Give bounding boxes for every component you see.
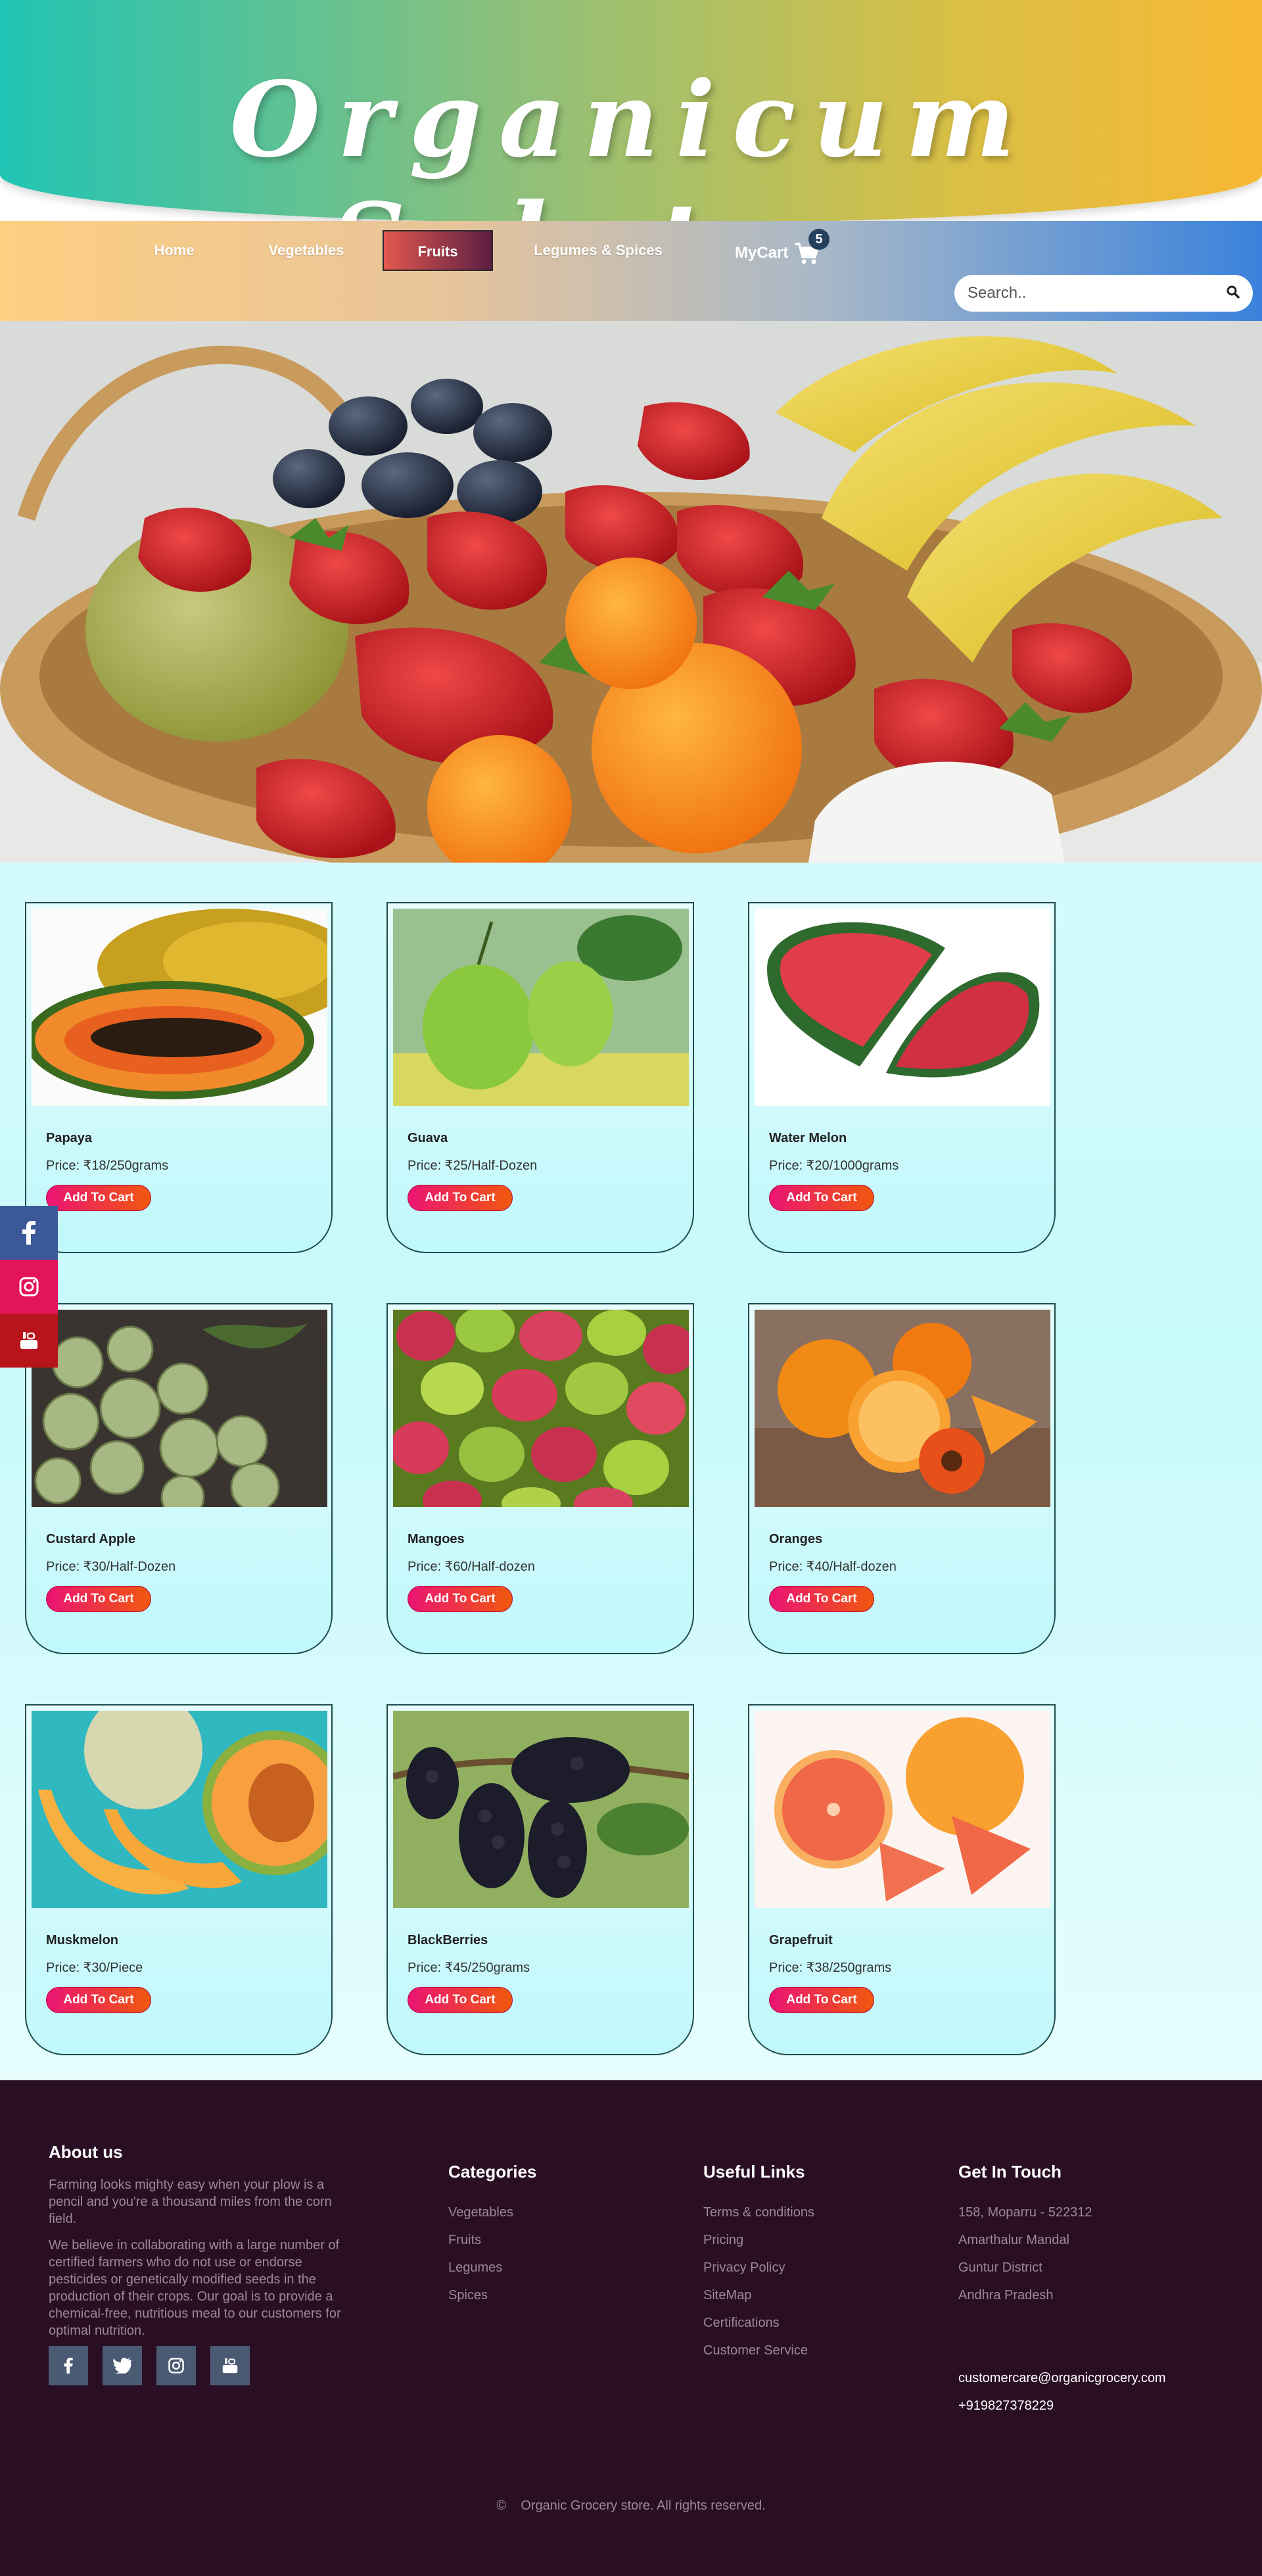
blackberries-image: [393, 1711, 689, 1908]
footer-instagram-icon[interactable]: [156, 2346, 196, 2385]
copyright: © Organic Grocery store. All rights rese…: [0, 2498, 1262, 2514]
side-social-bar: [0, 1206, 58, 1368]
product-name: Grapefruit: [769, 1933, 833, 1947]
category-link[interactable]: Vegetables: [448, 2205, 513, 2220]
cart-label: MyCart: [735, 244, 789, 262]
product-price: Price: ₹18/250grams: [46, 1158, 169, 1173]
product-price: Price: ₹20/1000grams: [769, 1158, 899, 1173]
product-name: Mangoes: [408, 1532, 465, 1546]
useful-link[interactable]: Customer Service: [703, 2343, 808, 2358]
address-line: Andhra Pradesh: [958, 2288, 1054, 2302]
oranges-image: [755, 1310, 1050, 1507]
about-title: About us: [49, 2142, 123, 2162]
footer-twitter-icon[interactable]: [103, 2346, 142, 2385]
category-link[interactable]: Fruits: [448, 2233, 481, 2248]
useful-link[interactable]: Pricing: [703, 2233, 743, 2248]
nav-fruits[interactable]: Fruits: [383, 230, 493, 271]
search-bar: [954, 275, 1253, 312]
add-to-cart-button[interactable]: Add To Cart: [408, 1987, 513, 2013]
mangoes-image: [393, 1310, 689, 1507]
nav-vegetables[interactable]: Vegetables: [254, 230, 359, 271]
product-grid: Papaya Price: ₹18/250grams Add To Cart G…: [0, 863, 1262, 2080]
category-link[interactable]: Legumes: [448, 2260, 502, 2276]
nav-legumes-spices[interactable]: Legumes & Spices: [519, 230, 677, 271]
add-to-cart-button[interactable]: Add To Cart: [769, 1987, 874, 2013]
contact-email[interactable]: customercare@organicgrocery.com: [958, 2371, 1166, 2386]
product-name: Oranges: [769, 1532, 823, 1546]
contact-phone[interactable]: +919827378229: [958, 2398, 1054, 2414]
header-banner: Organicum Salutem: [0, 0, 1262, 302]
product-card: Mangoes Price: ₹60/Half-dozen Add To Car…: [386, 1303, 694, 1654]
address-line: Guntur District: [958, 2260, 1042, 2275]
add-to-cart-button[interactable]: Add To Cart: [46, 1586, 151, 1612]
product-name: Muskmelon: [46, 1933, 119, 1947]
grapefruit-image: [755, 1711, 1050, 1908]
product-name: Guava: [408, 1131, 448, 1145]
product-price: Price: ₹45/250grams: [408, 1961, 530, 1975]
about-paragraph-2: We believe in collaborating with a large…: [49, 2238, 341, 2338]
custard-apple-image: [32, 1310, 327, 1507]
instagram-icon[interactable]: [0, 1260, 58, 1314]
address-line: Amarthalur Mandal: [958, 2233, 1069, 2247]
nav-home[interactable]: Home: [131, 230, 217, 271]
watermelon-image: [755, 909, 1050, 1106]
useful-link[interactable]: SiteMap: [703, 2288, 751, 2303]
add-to-cart-button[interactable]: Add To Cart: [408, 1185, 513, 1211]
product-name: Water Melon: [769, 1131, 847, 1145]
papaya-image: [32, 909, 327, 1106]
footer-facebook-icon[interactable]: [49, 2346, 88, 2385]
add-to-cart-button[interactable]: Add To Cart: [769, 1586, 874, 1612]
useful-link[interactable]: Certifications: [703, 2316, 780, 2331]
hero-fruit-basket-image: [0, 321, 1262, 863]
add-to-cart-button[interactable]: Add To Cart: [408, 1586, 513, 1612]
product-card: Muskmelon Price: ₹30/Piece Add To Cart: [25, 1704, 333, 2055]
about-paragraph-1: Farming looks mighty easy when your plow…: [49, 2178, 332, 2226]
product-card: Grapefruit Price: ₹38/250grams Add To Ca…: [748, 1704, 1056, 2055]
product-card: Papaya Price: ₹18/250grams Add To Cart: [25, 902, 333, 1253]
contact-title: Get In Touch: [958, 2162, 1062, 2182]
product-card: Oranges Price: ₹40/Half-dozen Add To Car…: [748, 1303, 1056, 1654]
product-price: Price: ₹30/Piece: [46, 1961, 143, 1975]
my-cart[interactable]: MyCart: [735, 230, 820, 276]
search-icon[interactable]: [1227, 285, 1240, 302]
muskmelon-image: [32, 1711, 327, 1908]
useful-link[interactable]: Privacy Policy: [703, 2260, 785, 2276]
cart-count-badge: 5: [808, 229, 830, 250]
product-name: Custard Apple: [46, 1532, 135, 1546]
product-card: BlackBerries Price: ₹45/250grams Add To …: [386, 1704, 694, 2055]
youtube-icon[interactable]: [0, 1314, 58, 1368]
add-to-cart-button[interactable]: Add To Cart: [769, 1185, 874, 1211]
product-price: Price: ₹60/Half-dozen: [408, 1560, 535, 1574]
guava-image: [393, 909, 689, 1106]
facebook-icon[interactable]: [0, 1206, 58, 1260]
useful-links-title: Useful Links: [703, 2162, 805, 2182]
product-card: Water Melon Price: ₹20/1000grams Add To …: [748, 902, 1056, 1253]
add-to-cart-button[interactable]: Add To Cart: [46, 1987, 151, 2013]
copyright-symbol: ©: [496, 2498, 507, 2513]
categories-title: Categories: [448, 2162, 537, 2182]
product-name: Papaya: [46, 1131, 93, 1145]
copyright-text: Organic Grocery store. All rights reserv…: [521, 2498, 766, 2513]
product-price: Price: ₹25/Half-Dozen: [408, 1158, 538, 1173]
product-price: Price: ₹40/Half-dozen: [769, 1560, 897, 1574]
product-name: BlackBerries: [408, 1933, 488, 1947]
product-price: Price: ₹38/250grams: [769, 1961, 892, 1975]
product-card: Guava Price: ₹25/Half-Dozen Add To Cart: [386, 902, 694, 1253]
search-input[interactable]: [968, 284, 1227, 302]
category-link[interactable]: Spices: [448, 2288, 488, 2303]
address-line: 158, Moparru - 522312: [958, 2205, 1092, 2220]
useful-link[interactable]: Terms & conditions: [703, 2205, 814, 2220]
footer-youtube-icon[interactable]: [210, 2346, 250, 2385]
product-card: Custard Apple Price: ₹30/Half-Dozen Add …: [25, 1303, 333, 1654]
add-to-cart-button[interactable]: Add To Cart: [46, 1185, 151, 1211]
product-price: Price: ₹30/Half-Dozen: [46, 1560, 176, 1574]
